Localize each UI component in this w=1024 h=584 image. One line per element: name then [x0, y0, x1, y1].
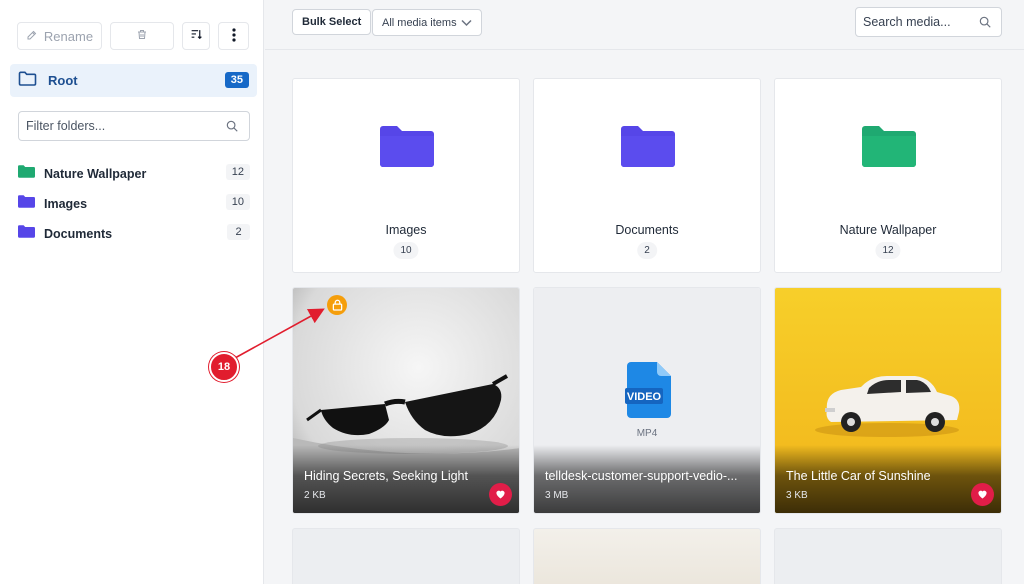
more-options-button[interactable] — [218, 22, 249, 50]
folder-card-count: 2 — [637, 242, 657, 259]
search-media-input[interactable] — [856, 8, 971, 36]
folder-count-badge: 12 — [225, 164, 250, 180]
media-title: The Little Car of Sunshine — [786, 469, 931, 483]
folder-card-images[interactable]: Images 10 — [292, 78, 520, 273]
folder-card-nature-wallpaper[interactable]: Nature Wallpaper 12 — [774, 78, 1002, 273]
search-media-field — [855, 7, 1002, 37]
favorite-button[interactable] — [489, 483, 512, 506]
folder-icon — [18, 195, 35, 213]
folder-card-name: Documents — [615, 223, 679, 237]
annotation-callout: 18 — [209, 352, 239, 382]
bulk-select-button[interactable]: Bulk Select — [292, 9, 372, 35]
folder-toolbar: Rename — [17, 22, 249, 50]
delete-button[interactable] — [110, 22, 174, 50]
folder-name: Nature Wallpaper — [44, 167, 147, 181]
sidebar-item-nature-wallpaper[interactable]: Nature Wallpaper 12 — [18, 159, 250, 189]
media-title: telldesk-customer-support-vedio-... — [545, 469, 738, 483]
root-folder-item[interactable]: Root 35 — [10, 64, 257, 97]
root-label: Root — [48, 73, 78, 88]
sidebar-item-images[interactable]: Images 10 — [18, 189, 250, 219]
sidebar-item-documents[interactable]: Documents 2 — [18, 219, 250, 249]
search-icon — [225, 119, 239, 138]
root-count-badge: 35 — [224, 72, 249, 88]
media-card-placeholder[interactable] — [774, 528, 1002, 584]
media-size: 3 MB — [545, 490, 569, 501]
media-toolbar: Bulk Select All media items — [265, 0, 1024, 50]
media-type-select[interactable]: All media items — [372, 9, 482, 36]
rename-label: Rename — [43, 28, 94, 44]
folder-icon — [18, 165, 35, 183]
heart-icon — [977, 486, 988, 504]
sort-button[interactable] — [182, 22, 210, 50]
folder-icon — [18, 225, 35, 243]
heart-icon — [495, 486, 506, 504]
media-card-little-car[interactable]: The Little Car of Sunshine 3 KB — [774, 287, 1002, 514]
media-type-select-value: All media items — [382, 16, 457, 29]
media-size: 3 KB — [786, 490, 808, 501]
filter-folders-input[interactable] — [19, 112, 209, 140]
folder-icon — [862, 125, 916, 172]
trash-icon — [136, 28, 148, 44]
more-vertical-icon — [231, 27, 236, 45]
media-size: 2 KB — [304, 490, 326, 501]
search-icon — [978, 15, 992, 34]
folder-count-badge: 2 — [227, 224, 250, 240]
media-title: Hiding Secrets, Seeking Light — [304, 469, 468, 483]
media-card-video[interactable]: VIDEO MP4 telldesk-customer-support-vedi… — [533, 287, 761, 514]
folder-outline-icon — [18, 71, 37, 91]
folder-card-documents[interactable]: Documents 2 — [533, 78, 761, 273]
sort-icon — [190, 28, 203, 44]
folder-count-badge: 10 — [225, 194, 250, 210]
video-file-icon: VIDEO — [625, 362, 673, 423]
media-card-placeholder[interactable] — [533, 528, 761, 584]
folder-tree: Nature Wallpaper 12 Images 10 Documents … — [18, 159, 250, 249]
media-card-sunglasses[interactable]: Hiding Secrets, Seeking Light 2 KB — [292, 287, 520, 514]
rename-button[interactable]: Rename — [17, 22, 102, 50]
folder-icon — [621, 125, 675, 172]
folder-card-count: 12 — [875, 242, 901, 259]
filter-folders-field — [18, 111, 250, 141]
folder-card-name: Nature Wallpaper — [839, 223, 937, 237]
favorite-button[interactable] — [971, 483, 994, 506]
lock-icon — [327, 295, 347, 315]
folder-name: Documents — [44, 227, 113, 241]
chevron-down-icon — [461, 18, 472, 30]
folder-card-count: 10 — [393, 242, 419, 259]
media-card-placeholder[interactable] — [292, 528, 520, 584]
file-extension: MP4 — [636, 428, 658, 439]
sidebar: Rename Root 35 Filter folders... Nature … — [0, 0, 264, 584]
folder-name: Images — [44, 197, 88, 211]
edit-icon — [26, 29, 38, 44]
video-type-text: VIDEO — [627, 391, 662, 403]
folder-icon — [380, 125, 434, 172]
folder-card-name: Images — [385, 223, 427, 237]
